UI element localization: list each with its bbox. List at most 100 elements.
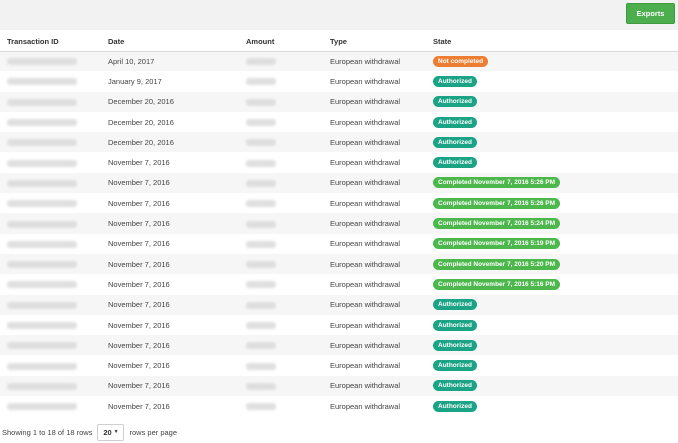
redacted-transaction-id <box>7 281 77 289</box>
table-row[interactable]: December 20, 2016 European withdrawal Auth… <box>0 111 678 133</box>
table-header-row: Transaction ID Date Amount Type State <box>0 32 678 52</box>
state-badge: Completed November 7, 2016 5:20 PM <box>433 258 561 270</box>
state-badge: Authorized <box>433 319 477 331</box>
redacted-amount <box>246 301 276 309</box>
state-badge: Completed November 7, 2016 5:24 PM <box>433 218 561 230</box>
table-row[interactable]: April 10, 2017 European withdrawal Not com… <box>0 51 678 72</box>
state-cell: Authorized <box>432 396 678 417</box>
transaction-id-cell <box>0 233 107 254</box>
table-row[interactable]: November 7, 2016 European withdrawal Compl… <box>0 213 678 234</box>
state-cell: Completed November 7, 2016 5:19 PM <box>432 233 678 254</box>
caret-down-icon: ▼ <box>113 429 119 435</box>
amount-cell <box>246 355 329 376</box>
amount-cell <box>246 193 329 214</box>
date-cell: December 20, 2016 <box>107 111 246 133</box>
table-row[interactable]: December 20, 2016 European withdrawal Auth… <box>0 132 678 153</box>
redacted-transaction-id <box>7 322 77 330</box>
transaction-id-cell <box>0 111 107 133</box>
table-row[interactable]: November 7, 2016 European withdrawal Autho… <box>0 335 678 356</box>
redacted-transaction-id <box>7 78 77 86</box>
state-badge: Completed November 7, 2016 5:16 PM <box>433 278 561 290</box>
type-cell: European withdrawal <box>329 355 432 376</box>
table-row[interactable]: December 20, 2016 European withdrawal Auth… <box>0 91 678 112</box>
table-row[interactable]: November 7, 2016 European withdrawal Autho… <box>0 375 678 397</box>
state-badge: Authorized <box>433 157 477 169</box>
table-row[interactable]: November 7, 2016 European withdrawal Compl… <box>0 172 678 194</box>
column-header-type[interactable]: Type <box>329 32 432 52</box>
amount-cell <box>246 51 329 72</box>
table-row[interactable]: January 9, 2017 European withdrawal Author… <box>0 71 678 92</box>
date-cell: November 7, 2016 <box>107 152 246 173</box>
type-cell: European withdrawal <box>329 233 432 254</box>
redacted-amount <box>246 139 276 147</box>
type-cell: European withdrawal <box>329 314 432 336</box>
table-row[interactable]: November 7, 2016 European withdrawal Autho… <box>0 396 678 417</box>
type-cell: European withdrawal <box>329 294 432 315</box>
table-row[interactable]: November 7, 2016 European withdrawal Compl… <box>0 233 678 254</box>
transaction-id-cell <box>0 152 107 173</box>
date-cell: December 20, 2016 <box>107 132 246 153</box>
transaction-id-cell <box>0 274 107 295</box>
date-cell: November 7, 2016 <box>107 355 246 376</box>
transaction-id-cell <box>0 294 107 315</box>
table-row[interactable]: November 7, 2016 European withdrawal Autho… <box>0 294 678 315</box>
table-row[interactable]: November 7, 2016 European withdrawal Autho… <box>0 152 678 173</box>
table-row[interactable]: November 7, 2016 European withdrawal Compl… <box>0 274 678 295</box>
column-header-date[interactable]: Date <box>107 32 246 52</box>
table-row[interactable]: November 7, 2016 European withdrawal Autho… <box>0 314 678 336</box>
type-cell: European withdrawal <box>329 152 432 173</box>
page-size-value: 20 <box>103 427 112 437</box>
pagination-footer: Showing 1 to 18 of 18 rows 20 ▼ rows per… <box>2 423 177 441</box>
state-badge: Completed November 7, 2016 5:26 PM <box>433 177 561 189</box>
redacted-amount <box>246 362 276 370</box>
redacted-transaction-id <box>7 200 77 208</box>
exports-button[interactable]: Exports <box>626 3 675 24</box>
column-header-transaction-id[interactable]: Transaction ID <box>0 32 107 52</box>
state-cell: Authorized <box>432 294 678 315</box>
redacted-amount <box>246 261 276 269</box>
date-cell: November 7, 2016 <box>107 172 246 194</box>
amount-cell <box>246 335 329 356</box>
page-size-select[interactable]: 20 ▼ <box>97 423 125 441</box>
transaction-id-cell <box>0 396 107 417</box>
date-cell: December 20, 2016 <box>107 91 246 112</box>
state-cell: Authorized <box>432 355 678 376</box>
transaction-id-cell <box>0 193 107 214</box>
redacted-amount <box>246 403 276 411</box>
state-cell: Completed November 7, 2016 5:16 PM <box>432 274 678 295</box>
type-cell: European withdrawal <box>329 51 432 72</box>
state-cell: Authorized <box>432 314 678 336</box>
redacted-transaction-id <box>7 342 77 350</box>
state-badge: Authorized <box>433 136 477 148</box>
transaction-id-cell <box>0 335 107 356</box>
state-badge: Authorized <box>433 400 477 412</box>
amount-cell <box>246 375 329 397</box>
date-cell: November 7, 2016 <box>107 213 246 234</box>
column-header-amount[interactable]: Amount <box>246 32 329 52</box>
column-header-state[interactable]: State <box>432 32 678 52</box>
transaction-id-cell <box>0 91 107 112</box>
redacted-amount <box>246 159 276 167</box>
transaction-id-cell <box>0 51 107 72</box>
redacted-amount <box>246 240 276 248</box>
type-cell: European withdrawal <box>329 274 432 295</box>
redacted-transaction-id <box>7 159 77 167</box>
rows-per-page-text: rows per page <box>129 427 178 437</box>
date-cell: January 9, 2017 <box>107 71 246 92</box>
amount-cell <box>246 91 329 112</box>
type-cell: European withdrawal <box>329 335 432 356</box>
table-row[interactable]: November 7, 2016 European withdrawal Compl… <box>0 193 678 214</box>
date-cell: November 7, 2016 <box>107 193 246 214</box>
type-cell: European withdrawal <box>329 91 432 112</box>
redacted-amount <box>246 179 276 187</box>
state-badge: Authorized <box>433 339 477 351</box>
date-cell: November 7, 2016 <box>107 294 246 315</box>
amount-cell <box>246 213 329 234</box>
type-cell: European withdrawal <box>329 71 432 92</box>
amount-cell <box>246 152 329 173</box>
table-row[interactable]: November 7, 2016 European withdrawal Compl… <box>0 253 678 275</box>
table-row[interactable]: November 7, 2016 European withdrawal Autho… <box>0 355 678 376</box>
date-cell: November 7, 2016 <box>107 274 246 295</box>
state-cell: Authorized <box>432 152 678 173</box>
type-cell: European withdrawal <box>329 132 432 153</box>
